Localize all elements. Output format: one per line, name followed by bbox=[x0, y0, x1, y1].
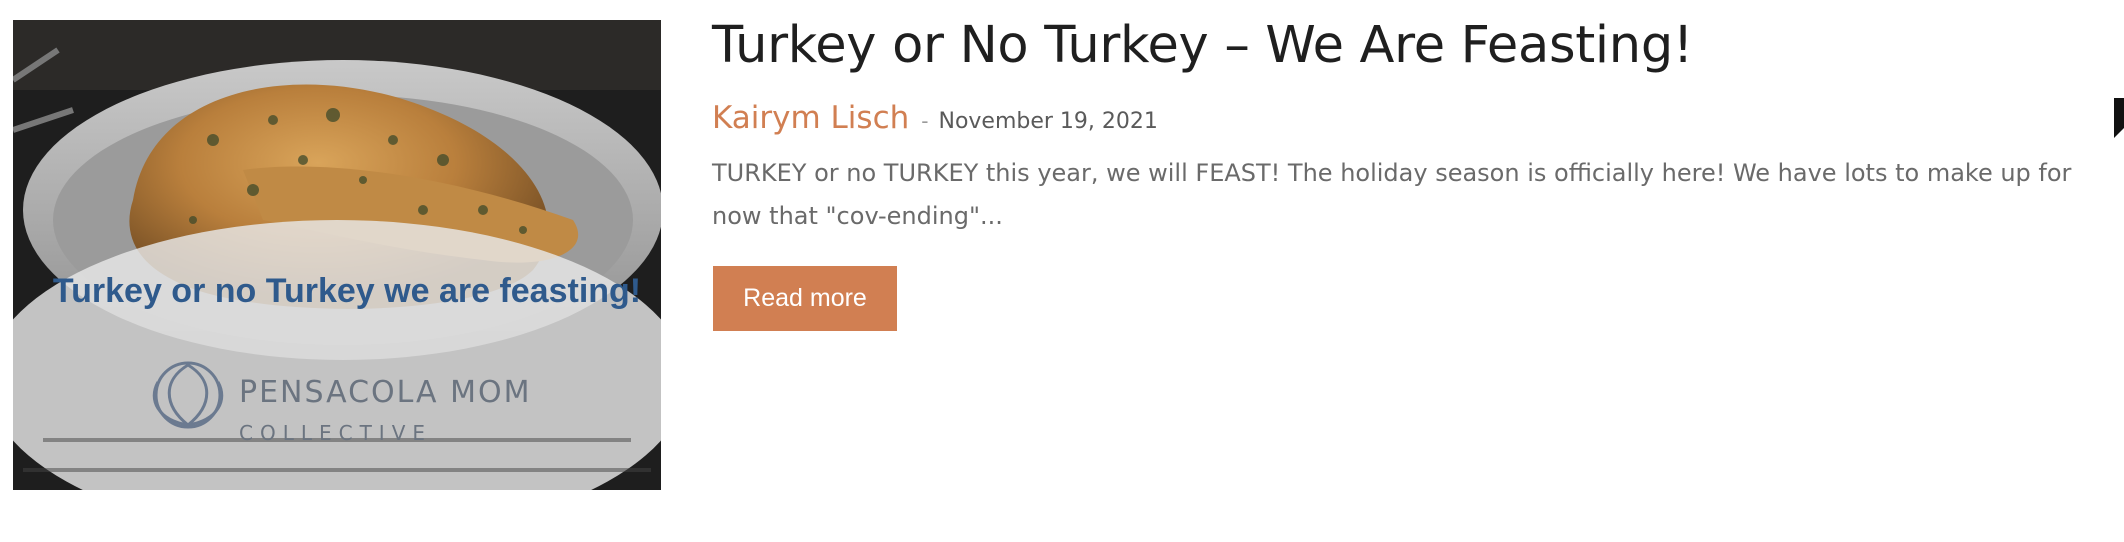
post-date: November 19, 2021 bbox=[938, 109, 1158, 134]
turkey-photo: Turkey or no Turkey we are feasting! PEN… bbox=[13, 20, 661, 490]
read-more-button[interactable]: Read more bbox=[713, 266, 897, 331]
post-meta: Kairym Lisch - November 19, 2021 bbox=[712, 100, 1158, 136]
post-excerpt: TURKEY or no TURKEY this year, we will F… bbox=[712, 159, 2072, 230]
brand-name-line2: COLLECTIVE bbox=[239, 421, 432, 445]
author-link[interactable]: Kairym Lisch bbox=[712, 100, 909, 136]
meta-separator: - bbox=[921, 109, 929, 133]
image-caption: Turkey or no Turkey we are feasting! bbox=[53, 272, 641, 310]
post-title[interactable]: Turkey or No Turkey – We Are Feasting! bbox=[712, 16, 1693, 75]
bookmark-icon[interactable] bbox=[2114, 98, 2124, 138]
post-thumbnail[interactable]: Turkey or no Turkey we are feasting! PEN… bbox=[13, 20, 661, 490]
brand-name-line1: PENSACOLA MOM bbox=[239, 375, 531, 410]
